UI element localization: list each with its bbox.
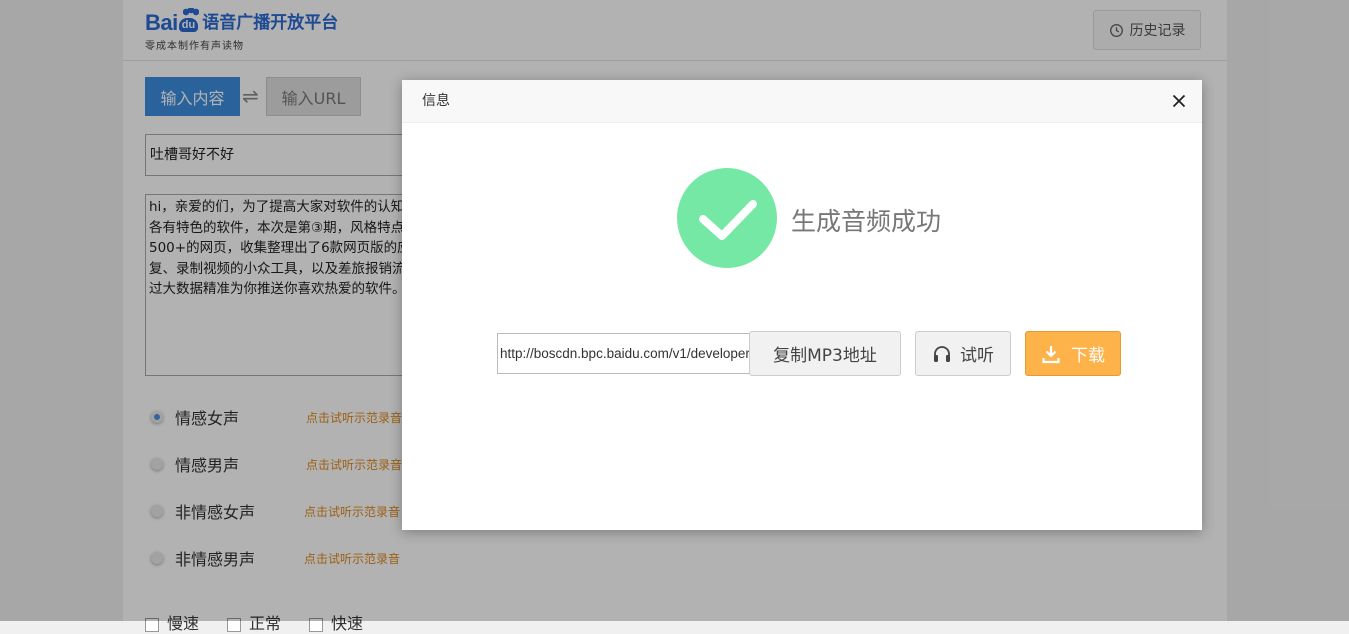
check-icon — [699, 200, 757, 240]
close-icon[interactable] — [1172, 94, 1186, 108]
dialog-title: 信息 — [422, 93, 450, 109]
download-label: 下载 — [1071, 346, 1105, 366]
mp3-url-field[interactable]: http://boscdn.bpc.baidu.com/v1/developer… — [497, 333, 751, 374]
listen-button[interactable]: 试听 — [915, 331, 1011, 376]
success-badge — [677, 168, 777, 268]
copy-mp3-url-button[interactable]: 复制MP3地址 — [749, 331, 901, 376]
copy-label: 复制MP3地址 — [773, 346, 877, 366]
success-message: 生成音频成功 — [791, 207, 942, 236]
headphones-icon — [934, 345, 950, 362]
download-button[interactable]: 下载 — [1025, 331, 1121, 376]
info-dialog: 信息 生成音频成功 http://boscdn.bpc.baidu.com/v1… — [402, 80, 1202, 530]
dialog-header: 信息 — [402, 80, 1202, 123]
download-icon — [1042, 345, 1060, 363]
listen-label: 试听 — [960, 346, 994, 366]
